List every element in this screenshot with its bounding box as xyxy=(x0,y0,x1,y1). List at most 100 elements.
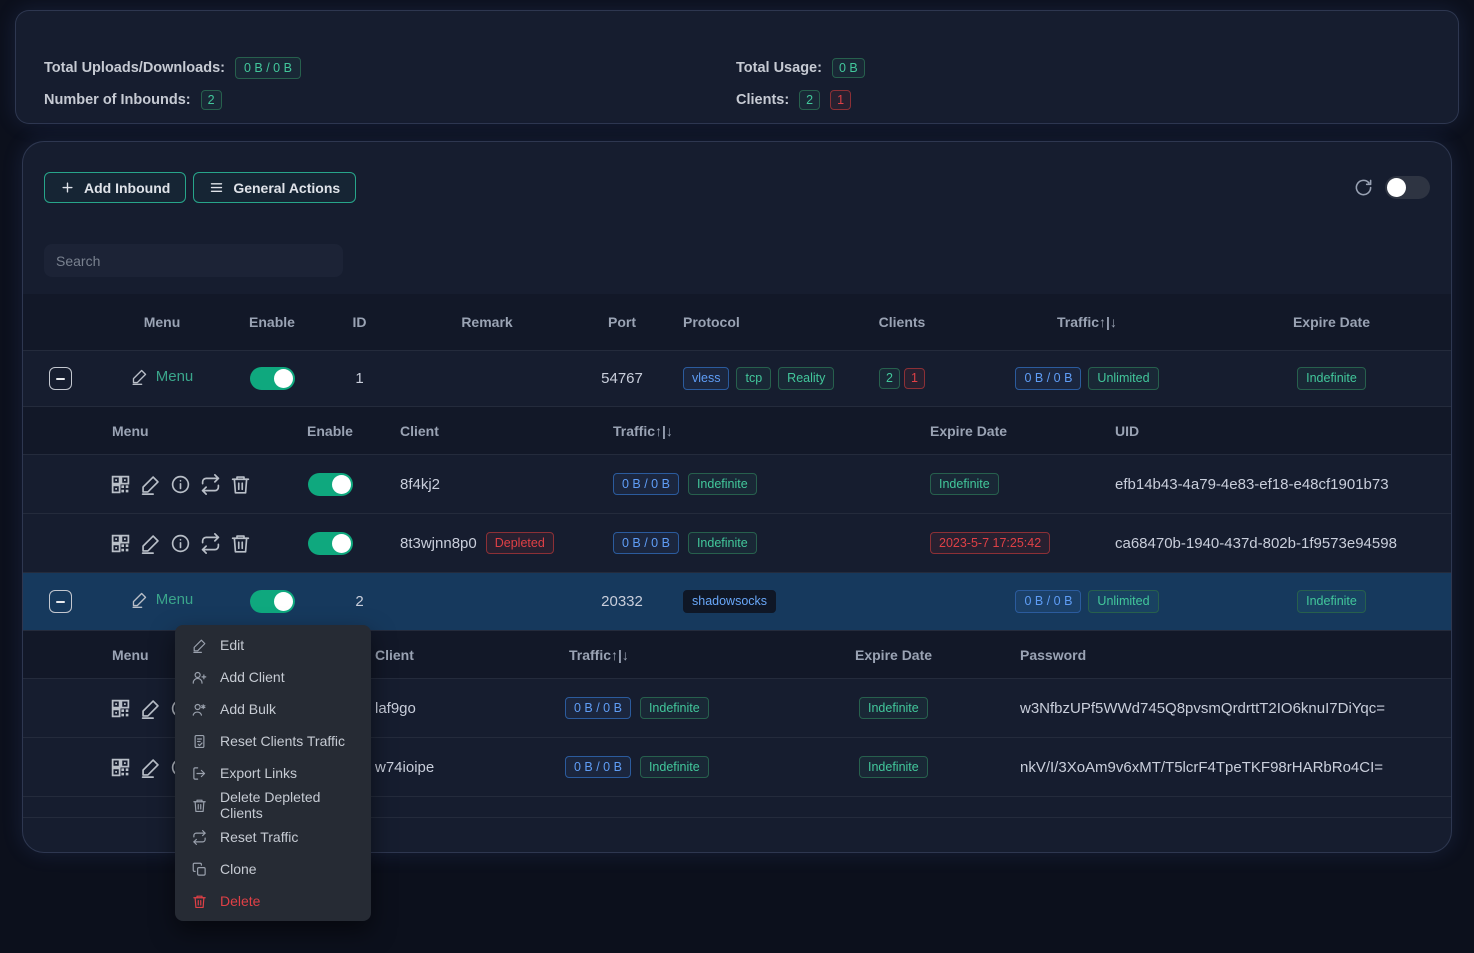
add-inbound-button[interactable]: Add Inbound xyxy=(44,172,186,203)
inbound-id: 1 xyxy=(317,370,402,387)
protocol-tag: vless xyxy=(683,367,729,390)
refresh-icon[interactable] xyxy=(1354,178,1373,197)
inbound-port: 54767 xyxy=(572,370,672,387)
stat-inbounds-value: 2 xyxy=(201,90,222,111)
add-inbound-label: Add Inbound xyxy=(84,180,170,196)
plus-icon xyxy=(60,180,75,195)
header-enable: Enable xyxy=(227,314,317,330)
expire-badge: Indefinite xyxy=(930,473,999,496)
toolbar: Add Inbound General Actions xyxy=(23,172,1451,203)
qr-code-icon[interactable] xyxy=(110,698,131,719)
edit-pencil-icon[interactable] xyxy=(140,698,161,719)
toolbar-right xyxy=(1354,176,1430,199)
inbound-protocol-tags: vless tcp Reality xyxy=(672,367,842,390)
user-star-icon xyxy=(192,702,207,717)
collapse-button[interactable] xyxy=(49,590,72,613)
menu-item-add-client[interactable]: Add Client xyxy=(175,661,371,693)
stat-total-usage: Total Usage: 0 B xyxy=(736,57,865,79)
menu-item-delete-depleted-clients[interactable]: Delete Depleted Clients xyxy=(175,789,371,821)
menu-item-edit[interactable]: Edit xyxy=(175,629,371,661)
clients-subtable-header-1: Menu Enable Client Traffic↑|↓ Expire Dat… xyxy=(23,407,1451,455)
sub-header-traffic-sort[interactable]: Traffic↑|↓ xyxy=(565,647,855,663)
reset-traffic-icon[interactable] xyxy=(200,474,221,495)
client-password: nkV/I/3XoAm9v6xMT/T5lcrF4TpeTKF98rHARbRo… xyxy=(1020,759,1451,776)
stat-clients-ok-value: 2 xyxy=(799,90,820,111)
client-uid: ca68470b-1940-437d-802b-1f9573e94598 xyxy=(1115,535,1451,552)
traffic-limit-badge: Indefinite xyxy=(640,697,709,720)
menu-item-delete[interactable]: Delete xyxy=(175,885,371,917)
reset-traffic-icon[interactable] xyxy=(200,533,221,554)
edit-pencil-icon xyxy=(131,591,148,608)
menu-item-reset-traffic[interactable]: Reset Traffic xyxy=(175,821,371,853)
trash-icon[interactable] xyxy=(230,474,251,495)
collapse-button[interactable] xyxy=(49,367,72,390)
header-menu: Menu xyxy=(97,314,227,330)
header-remark: Remark xyxy=(402,314,572,330)
info-icon[interactable] xyxy=(170,533,191,554)
search-input[interactable] xyxy=(44,244,343,277)
trash-icon xyxy=(192,798,207,813)
sub-header-client: Client xyxy=(375,647,565,663)
security-tag: Reality xyxy=(778,367,834,390)
inbound-enable-toggle[interactable] xyxy=(250,590,295,613)
trash-icon[interactable] xyxy=(230,533,251,554)
qr-code-icon[interactable] xyxy=(110,533,131,554)
client-actions xyxy=(100,474,275,495)
expire-badge: Indefinite xyxy=(1297,367,1366,390)
menu-item-label: Delete xyxy=(220,893,260,909)
menu-item-reset-clients-traffic[interactable]: Reset Clients Traffic xyxy=(175,725,371,757)
client-row: 8f4kj2 0 B / 0 B Indefinite Indefinite e… xyxy=(23,455,1451,514)
stat-inbounds-count: Number of Inbounds: 2 xyxy=(44,89,222,111)
client-actions xyxy=(100,533,275,554)
qr-code-icon[interactable] xyxy=(110,474,131,495)
sub-header-expire: Expire Date xyxy=(855,647,1020,663)
minus-icon xyxy=(56,378,65,380)
edit-pencil-icon[interactable] xyxy=(140,533,161,554)
clients-depleted-badge: 1 xyxy=(904,368,925,389)
menu-item-label: Add Client xyxy=(220,669,285,685)
menu-item-export-links[interactable]: Export Links xyxy=(175,757,371,789)
trash-icon xyxy=(192,894,207,909)
menu-item-label: Reset Traffic xyxy=(220,829,298,845)
client-enable-toggle[interactable] xyxy=(308,473,353,496)
traffic-limit-badge: Indefinite xyxy=(688,532,757,555)
export-icon xyxy=(192,766,207,781)
sub-header-uid: UID xyxy=(1115,423,1451,439)
qr-code-icon[interactable] xyxy=(110,757,131,778)
client-traffic: 0 B / 0 B Indefinite xyxy=(565,756,855,779)
info-icon[interactable] xyxy=(170,474,191,495)
edit-pencil-icon[interactable] xyxy=(140,474,161,495)
inbound-menu-trigger[interactable]: Menu xyxy=(131,591,194,608)
stat-clients: Clients: 2 1 xyxy=(736,89,851,111)
general-actions-label: General Actions xyxy=(233,180,340,196)
client-enable-toggle[interactable] xyxy=(308,532,353,555)
menu-item-label: Export Links xyxy=(220,765,297,781)
sub-header-traffic-sort[interactable]: Traffic↑|↓ xyxy=(610,423,930,439)
inbound-context-menu: Edit Add Client Add Bulk Reset Clients T… xyxy=(175,625,371,921)
header-protocol: Protocol xyxy=(672,314,842,330)
general-actions-button[interactable]: General Actions xyxy=(193,172,356,203)
menu-item-add-bulk[interactable]: Add Bulk xyxy=(175,693,371,725)
client-name: 8f4kj2 xyxy=(400,476,440,493)
inbound-enable-toggle[interactable] xyxy=(250,367,295,390)
edit-pencil-icon xyxy=(192,638,207,653)
inbound-expire: Indefinite xyxy=(1212,367,1451,390)
minus-icon xyxy=(56,601,65,603)
dark-mode-toggle[interactable] xyxy=(1385,176,1430,199)
inbound-menu-trigger[interactable]: Menu xyxy=(131,368,194,385)
inbound-traffic: 0 B / 0 B Unlimited xyxy=(962,367,1212,390)
stat-total-uploads-value: 0 B / 0 B xyxy=(235,57,301,80)
inbound-row-2: Menu 2 20332 shadowsocks 0 B / 0 B Unlim… xyxy=(23,573,1451,631)
menu-item-clone[interactable]: Clone xyxy=(175,853,371,885)
inbound-row-1: Menu 1 54767 vless tcp Reality 2 1 0 B /… xyxy=(23,351,1451,407)
menu-item-label: Edit xyxy=(220,637,244,653)
depleted-badge: Depleted xyxy=(486,532,554,555)
stat-total-uploads-label: Total Uploads/Downloads: xyxy=(44,60,225,76)
header-traffic-sort[interactable]: Traffic↑|↓ xyxy=(962,314,1212,330)
edit-pencil-icon[interactable] xyxy=(140,757,161,778)
header-clients: Clients xyxy=(842,314,962,330)
client-traffic: 0 B / 0 B Indefinite xyxy=(610,473,930,496)
inbound-menu-label: Menu xyxy=(156,591,194,608)
inbound-expire: Indefinite xyxy=(1212,590,1451,613)
repeat-icon xyxy=(192,830,207,845)
